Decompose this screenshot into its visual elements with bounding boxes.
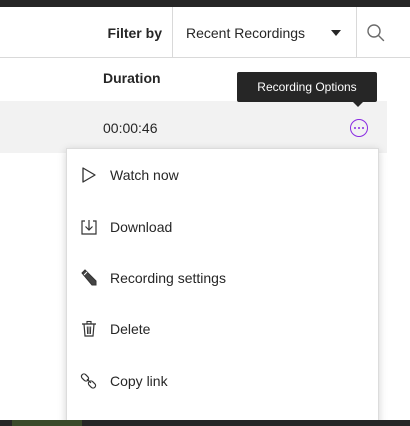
table-row: 00:00:46 — [0, 101, 387, 153]
tooltip-arrow — [352, 101, 364, 107]
menu-item-recording-settings[interactable]: Recording settings — [67, 254, 378, 302]
bottom-strip — [0, 420, 410, 426]
menu-item-copy-link[interactable]: Copy link — [67, 357, 378, 405]
duration-value: 00:00:46 — [103, 120, 158, 136]
recording-options-button[interactable] — [350, 119, 368, 137]
more-icon — [353, 126, 356, 129]
more-icon — [361, 126, 364, 129]
menu-item-label: Copy link — [110, 373, 168, 389]
bottom-strip-accent — [12, 420, 82, 426]
pencil-icon — [79, 268, 99, 288]
menu-item-delete[interactable]: Delete — [67, 305, 378, 353]
menu-item-watch-now[interactable]: Watch now — [67, 151, 378, 199]
menu-item-label: Download — [110, 219, 173, 235]
download-icon — [79, 217, 99, 237]
menu-item-label: Watch now — [110, 167, 179, 183]
menu-item-label: Delete — [110, 321, 151, 337]
filter-bar: Filter by Recent Recordings — [0, 7, 410, 58]
filter-select[interactable]: Recent Recordings — [172, 7, 357, 58]
top-strip — [0, 0, 410, 7]
trash-icon — [79, 319, 99, 339]
menu-item-download[interactable]: Download — [67, 203, 378, 251]
filter-label: Filter by — [107, 25, 162, 41]
menu-item-label: Recording settings — [110, 270, 226, 286]
filter-select-value: Recent Recordings — [186, 25, 306, 41]
column-header-duration[interactable]: Duration — [103, 70, 161, 86]
search-button[interactable] — [365, 22, 387, 44]
link-icon — [79, 371, 99, 391]
more-icon — [357, 126, 360, 129]
recording-options-menu: Watch now Download Recording settings De… — [66, 148, 379, 426]
recording-options-tooltip: Recording Options — [237, 72, 377, 102]
play-icon — [79, 165, 99, 185]
caret-down-icon — [331, 30, 341, 36]
search-icon — [367, 24, 385, 42]
